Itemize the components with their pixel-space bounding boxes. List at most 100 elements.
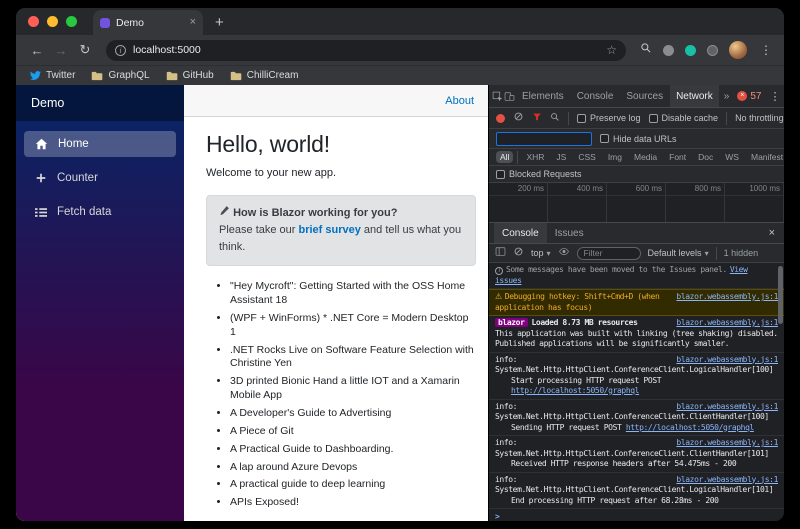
site-info-icon[interactable]: i [115, 45, 126, 56]
devtools-tab-sources[interactable]: Sources [620, 85, 669, 107]
device-toolbar-icon[interactable] [504, 91, 515, 102]
sidebar-nav: Home Counter Fetch data [16, 121, 184, 225]
more-tabs-icon[interactable]: » [720, 91, 734, 102]
list-item: A Practical Guide to Dashboarding. [230, 443, 476, 457]
tab-strip: Demo × + [16, 8, 784, 35]
filter-icon[interactable] [532, 112, 542, 125]
filter-doc[interactable]: Doc [694, 151, 717, 163]
alert-title: How is Blazor working for you? [233, 207, 397, 219]
inspect-icon[interactable] [492, 91, 503, 102]
zoom-icon[interactable] [640, 41, 652, 59]
source-link[interactable]: blazor.webassembly.js:1 [676, 475, 778, 486]
drawer-close-icon[interactable]: × [765, 227, 779, 239]
bookmark-folder-graphql[interactable]: GraphQL [91, 70, 149, 81]
error-badge[interactable]: × 57 [734, 91, 764, 102]
about-link[interactable]: About [445, 95, 474, 107]
sidebar-item-counter[interactable]: Counter [24, 165, 176, 191]
address-bar[interactable]: i localhost:5000 ☆ [106, 40, 626, 61]
console-message-warning: blazor.webassembly.js:1 ⚠Debugging hotke… [489, 289, 784, 316]
drawer-tab-issues[interactable]: Issues [547, 223, 592, 243]
filter-js[interactable]: JS [552, 151, 570, 163]
log-text: info: [495, 438, 517, 447]
filter-xhr[interactable]: XHR [522, 151, 548, 163]
clear-icon[interactable] [513, 111, 524, 125]
extension-icon[interactable] [685, 45, 696, 56]
extension-icon[interactable] [663, 45, 674, 56]
reload-button[interactable]: ↻ [74, 42, 96, 58]
clear-console-icon[interactable] [513, 246, 524, 260]
new-tab-button[interactable]: + [215, 14, 224, 31]
close-window-button[interactable] [28, 16, 39, 27]
source-link[interactable]: blazor.webassembly.js:1 [676, 292, 778, 303]
bookmark-star-icon[interactable]: ☆ [606, 44, 617, 56]
app-brand[interactable]: Demo [16, 85, 184, 121]
source-link[interactable]: blazor.webassembly.js:1 [676, 318, 778, 329]
network-requests-area [489, 196, 784, 222]
blocked-requests-checkbox[interactable]: Blocked Requests [496, 169, 582, 179]
network-toolbar: Preserve log Disable cache No throttling… [489, 108, 784, 129]
app-top-bar: About [184, 85, 488, 117]
network-filter-input[interactable] [496, 132, 592, 146]
context-select[interactable]: top▾ [531, 248, 551, 258]
devtools-menu-icon[interactable]: ⋮ [765, 90, 784, 103]
log-text: System.Net.Http.HttpClient.ConferenceCli… [495, 365, 778, 376]
hide-data-urls-checkbox[interactable]: Hide data URLs [600, 134, 677, 144]
browser-tab[interactable]: Demo × [93, 10, 203, 35]
pencil-icon [219, 205, 230, 216]
devtools-tab-console[interactable]: Console [571, 85, 620, 107]
preserve-log-checkbox[interactable]: Preserve log [577, 113, 641, 123]
console-filter-input[interactable] [577, 247, 641, 260]
filter-font[interactable]: Font [665, 151, 690, 163]
list-item: .NET Rocks Live on Software Feature Sele… [230, 344, 476, 372]
source-link[interactable]: blazor.webassembly.js:1 [676, 355, 778, 366]
request-url-link[interactable]: http://localhost:5050/graphql [511, 386, 639, 395]
log-text: Debugging hotkey: Shift+Cmd+D (when appl… [495, 292, 659, 312]
fullscreen-window-button[interactable] [66, 16, 77, 27]
disable-cache-checkbox[interactable]: Disable cache [649, 113, 719, 123]
log-levels-select[interactable]: Default levels▾ [648, 248, 709, 258]
request-url-link[interactable]: http://localhost:5050/graphql [626, 423, 754, 432]
source-link[interactable]: blazor.webassembly.js:1 [676, 402, 778, 413]
bookmark-twitter[interactable]: Twitter [30, 70, 75, 81]
drawer-tab-console[interactable]: Console [494, 223, 547, 243]
survey-link[interactable]: brief survey [299, 224, 361, 236]
filter-css[interactable]: CSS [574, 151, 599, 163]
filter-img[interactable]: Img [604, 151, 626, 163]
bookmark-folder-chillicream[interactable]: ChilliCream [230, 70, 299, 81]
record-button[interactable] [496, 114, 505, 123]
sidebar-item-fetch-data[interactable]: Fetch data [24, 199, 176, 225]
extension-icon[interactable] [707, 45, 718, 56]
filter-media[interactable]: Media [630, 151, 661, 163]
console-prompt[interactable]: > [489, 509, 784, 521]
back-button[interactable]: ← [26, 43, 48, 58]
sidebar-item-home[interactable]: Home [24, 131, 176, 157]
filter-manifest[interactable]: Manifest [747, 151, 784, 163]
network-timeline-ruler: 200 ms 400 ms 600 ms 800 ms 1000 ms [489, 183, 784, 196]
profile-avatar[interactable] [729, 41, 747, 59]
devtools-tab-network[interactable]: Network [670, 85, 719, 107]
console-message-blazor: blazor.webassembly.js:1 blazorLoaded 8.7… [489, 316, 784, 353]
devtools-tab-elements[interactable]: Elements [516, 85, 570, 107]
minimize-window-button[interactable] [47, 16, 58, 27]
throttling-select[interactable]: No throttling▾ [735, 113, 784, 123]
console-scrollbar[interactable] [778, 266, 783, 324]
filter-ws[interactable]: WS [721, 151, 743, 163]
console-sidebar-icon[interactable] [495, 246, 506, 260]
error-icon: × [737, 91, 747, 101]
divider [568, 112, 569, 125]
eye-icon[interactable] [558, 246, 570, 260]
session-list: "Hey Mycroft": Getting Started with the … [230, 280, 476, 510]
log-text: info: [495, 402, 517, 411]
list-item: A lap around Azure Devops [230, 461, 476, 475]
bookmark-folder-github[interactable]: GitHub [166, 70, 214, 81]
app-sidebar: Demo Home Counter Fetch data [16, 85, 184, 521]
tab-close-icon[interactable]: × [190, 17, 196, 28]
forward-button[interactable]: → [50, 43, 72, 58]
twitter-icon [30, 70, 41, 81]
browser-menu-icon[interactable]: ⋮ [758, 43, 774, 57]
search-icon[interactable] [550, 112, 560, 125]
resource-type-filters: All XHR JS CSS Img Media Font Doc WS Man… [489, 149, 784, 166]
filter-all[interactable]: All [496, 151, 513, 163]
source-link[interactable]: blazor.webassembly.js:1 [676, 438, 778, 449]
console-message-info: blazor.webassembly.js:1 info: System.Net… [489, 473, 784, 510]
